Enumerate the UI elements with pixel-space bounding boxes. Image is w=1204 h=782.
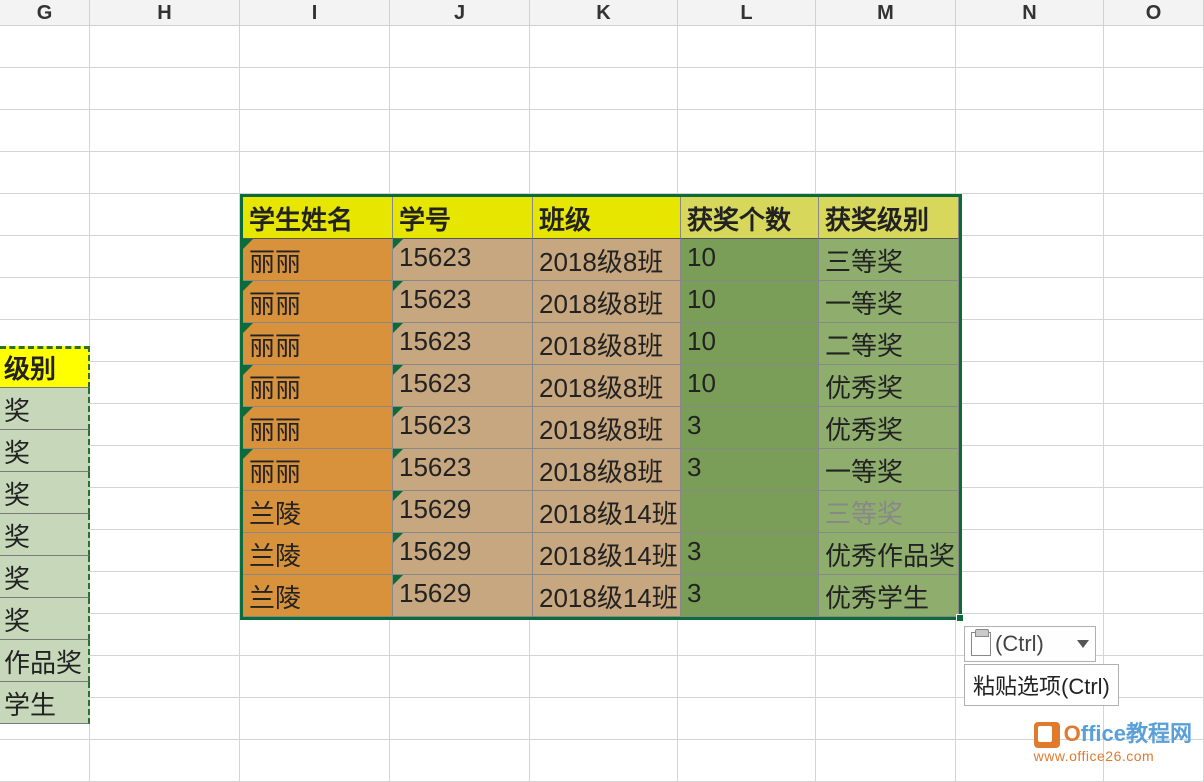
cell-name[interactable]: 丽丽 [243, 365, 393, 407]
source-header-cell[interactable]: 级别 [0, 346, 90, 388]
table-row: 兰陵 15629 2018级14班 三等奖 [243, 491, 959, 533]
cell-level[interactable]: 优秀奖 [819, 407, 959, 449]
cell-count[interactable]: 3 [681, 407, 819, 449]
col-header-L[interactable]: L [678, 0, 816, 25]
col-header-M[interactable]: M [816, 0, 956, 25]
source-cell[interactable]: 奖 [0, 388, 90, 430]
source-cell[interactable]: 奖 [0, 430, 90, 472]
watermark-brand-rest: ffice教程网 [1081, 721, 1192, 746]
cell-class[interactable]: 2018级14班 [533, 491, 681, 533]
cell-class[interactable]: 2018级8班 [533, 239, 681, 281]
cell-id[interactable]: 15629 [393, 533, 533, 575]
table-row: 丽丽 15623 2018级8班 3 优秀奖 [243, 407, 959, 449]
cell-name[interactable]: 兰陵 [243, 575, 393, 617]
col-header-H[interactable]: H [90, 0, 240, 25]
chevron-down-icon [1077, 640, 1089, 648]
col-header-G[interactable]: G [0, 0, 90, 25]
column-header-row: G H I J K L M N O [0, 0, 1204, 26]
cell-id[interactable]: 15623 [393, 239, 533, 281]
cell-level[interactable]: 三等奖 [819, 491, 959, 533]
table-row: 丽丽 15623 2018级8班 10 一等奖 [243, 281, 959, 323]
cell-name[interactable]: 丽丽 [243, 239, 393, 281]
cell-level[interactable]: 三等奖 [819, 239, 959, 281]
cell-name[interactable]: 丽丽 [243, 323, 393, 365]
header-class[interactable]: 班级 [533, 197, 681, 239]
table-row: 丽丽 15623 2018级8班 10 优秀奖 [243, 365, 959, 407]
fill-handle[interactable] [956, 614, 964, 622]
table-row: 兰陵 15629 2018级14班 3 优秀学生 [243, 575, 959, 617]
header-student-name[interactable]: 学生姓名 [243, 197, 393, 239]
cell-name[interactable]: 兰陵 [243, 533, 393, 575]
cell-class[interactable]: 2018级8班 [533, 281, 681, 323]
source-cell[interactable]: 奖 [0, 556, 90, 598]
cell-count[interactable]: 10 [681, 323, 819, 365]
clipboard-icon [971, 632, 991, 656]
watermark-brand-prefix: O [1064, 721, 1081, 746]
paste-options-tooltip: 粘贴选项(Ctrl) [964, 664, 1119, 706]
cell-count[interactable] [681, 491, 819, 533]
cell-count[interactable]: 10 [681, 281, 819, 323]
source-cell[interactable]: 学生 [0, 682, 90, 724]
source-table-fragment: 级别 奖 奖 奖 奖 奖 奖 作品奖 学生 [0, 346, 90, 724]
cell-count[interactable]: 10 [681, 365, 819, 407]
table-row: 丽丽 15623 2018级8班 10 二等奖 [243, 323, 959, 365]
cell-name[interactable]: 丽丽 [243, 281, 393, 323]
source-cell[interactable]: 奖 [0, 598, 90, 640]
cell-level[interactable]: 一等奖 [819, 281, 959, 323]
pasted-table-selection[interactable]: 学生姓名 学号 班级 获奖个数 获奖级别 丽丽 15623 2018级8班 10… [240, 194, 962, 620]
cell-name[interactable]: 兰陵 [243, 491, 393, 533]
cell-level[interactable]: 一等奖 [819, 449, 959, 491]
cell-count[interactable]: 3 [681, 575, 819, 617]
cell-id[interactable]: 15623 [393, 365, 533, 407]
header-student-id[interactable]: 学号 [393, 197, 533, 239]
table-header-row: 学生姓名 学号 班级 获奖个数 获奖级别 [243, 197, 959, 239]
cell-count[interactable]: 3 [681, 533, 819, 575]
cell-level[interactable]: 优秀作品奖 [819, 533, 959, 575]
cell-id[interactable]: 15623 [393, 407, 533, 449]
watermark-url: www.office26.com [1034, 748, 1192, 764]
cell-class[interactable]: 2018级8班 [533, 365, 681, 407]
watermark-logo: Office教程网 www.office26.com [1034, 716, 1192, 764]
cell-name[interactable]: 丽丽 [243, 407, 393, 449]
paste-options-label: (Ctrl) [995, 631, 1044, 657]
cell-level[interactable]: 二等奖 [819, 323, 959, 365]
col-header-I[interactable]: I [240, 0, 390, 25]
cell-count[interactable]: 3 [681, 449, 819, 491]
col-header-K[interactable]: K [530, 0, 678, 25]
cell-id[interactable]: 15623 [393, 281, 533, 323]
source-cell[interactable]: 作品奖 [0, 640, 90, 682]
cell-id[interactable]: 15623 [393, 323, 533, 365]
cell-id[interactable]: 15623 [393, 449, 533, 491]
office-logo-icon [1034, 722, 1060, 748]
source-cell[interactable]: 奖 [0, 472, 90, 514]
cell-level[interactable]: 优秀奖 [819, 365, 959, 407]
col-header-O[interactable]: O [1104, 0, 1204, 25]
cell-level[interactable]: 优秀学生 [819, 575, 959, 617]
col-header-J[interactable]: J [390, 0, 530, 25]
table-row: 丽丽 15623 2018级8班 3 一等奖 [243, 449, 959, 491]
cell-class[interactable]: 2018级14班 [533, 533, 681, 575]
table-row: 兰陵 15629 2018级14班 3 优秀作品奖 [243, 533, 959, 575]
cell-count[interactable]: 10 [681, 239, 819, 281]
cell-class[interactable]: 2018级8班 [533, 449, 681, 491]
source-cell[interactable]: 奖 [0, 514, 90, 556]
col-header-N[interactable]: N [956, 0, 1104, 25]
cell-class[interactable]: 2018级14班 [533, 575, 681, 617]
table-row: 丽丽 15623 2018级8班 10 三等奖 [243, 239, 959, 281]
cell-id[interactable]: 15629 [393, 575, 533, 617]
header-award-count[interactable]: 获奖个数 [681, 197, 819, 239]
cell-class[interactable]: 2018级8班 [533, 323, 681, 365]
cell-id[interactable]: 15629 [393, 491, 533, 533]
cell-name[interactable]: 丽丽 [243, 449, 393, 491]
paste-options-button[interactable]: (Ctrl) [964, 626, 1096, 662]
cell-class[interactable]: 2018级8班 [533, 407, 681, 449]
header-award-level[interactable]: 获奖级别 [819, 197, 959, 239]
